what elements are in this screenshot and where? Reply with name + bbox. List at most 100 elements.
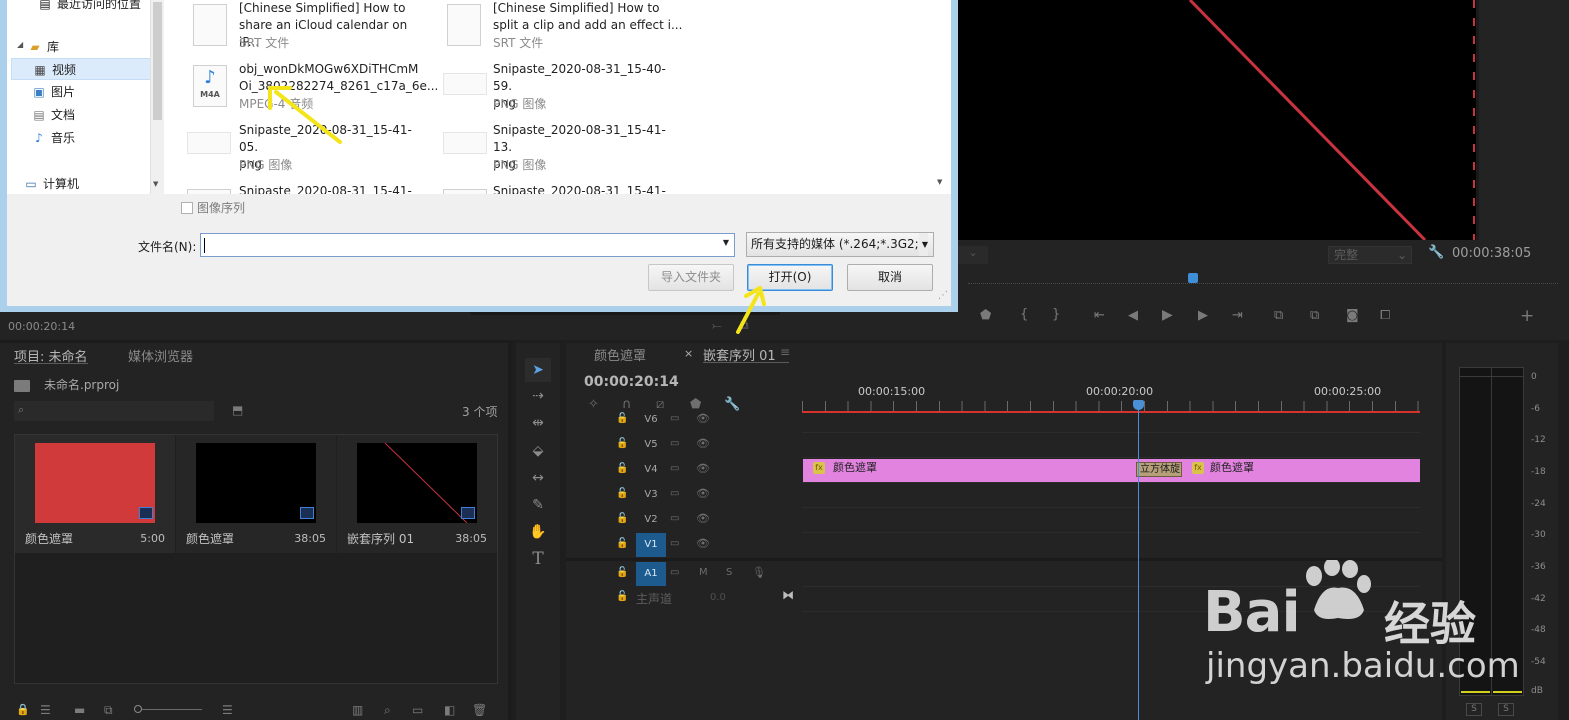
selection-tool-icon[interactable]: ➤ bbox=[525, 358, 551, 382]
eye-icon[interactable]: 👁 bbox=[696, 437, 710, 450]
image-sequence-checkbox[interactable] bbox=[181, 202, 193, 214]
mute-icon[interactable]: M bbox=[699, 567, 708, 578]
file-item[interactable]: Snipaste_2020-08-31_15-41-34. bbox=[421, 183, 671, 194]
expand-icon[interactable]: ⧓ bbox=[782, 588, 794, 602]
playhead-marker[interactable] bbox=[1188, 273, 1198, 283]
cancel-button[interactable]: 取消 bbox=[847, 264, 933, 291]
go-to-in-icon[interactable]: ⇤ bbox=[1094, 308, 1105, 323]
hand-tool-icon[interactable]: ✋ bbox=[525, 520, 551, 544]
eye-icon[interactable]: 👁 bbox=[696, 462, 710, 475]
sync-icon[interactable]: ▭ bbox=[670, 488, 679, 499]
file-item[interactable]: [Chinese Simplified] How to split a clip… bbox=[421, 0, 682, 60]
program-ruler[interactable] bbox=[968, 283, 1558, 284]
microphone-icon[interactable]: 🎙 bbox=[752, 566, 766, 579]
file-type-filter-select[interactable]: 所有支持的媒体 (*.264;*.3G2;* ▼ bbox=[746, 232, 934, 257]
track-header-a1[interactable]: 🔓 A1 ▭ M S 🎙 bbox=[568, 562, 802, 586]
panel-menu-icon[interactable]: ≡ bbox=[780, 345, 790, 359]
slip-tool-icon[interactable]: ↔ bbox=[525, 466, 551, 490]
razor-tool-icon[interactable]: ⬙ bbox=[525, 439, 551, 463]
lock-icon[interactable]: 🔓 bbox=[616, 463, 628, 474]
find-icon[interactable]: ⌕ bbox=[384, 703, 391, 718]
zoom-select[interactable]: ⌄ bbox=[958, 246, 988, 264]
camera-icon[interactable]: ◙ bbox=[1346, 308, 1359, 323]
playhead-line[interactable] bbox=[1138, 408, 1139, 720]
mark-out-icon[interactable]: } bbox=[1052, 307, 1060, 322]
close-tab-icon[interactable]: × bbox=[684, 347, 693, 360]
scroll-down-icon[interactable]: ▼ bbox=[937, 178, 942, 186]
sync-icon[interactable]: ▭ bbox=[670, 413, 679, 424]
track-header-v1[interactable]: 🔓 V1 ▭ 👁 bbox=[568, 533, 802, 557]
tab-color-matte[interactable]: 颜色遮罩 bbox=[594, 345, 646, 364]
eye-icon[interactable]: 👁 bbox=[696, 412, 710, 425]
nav-computer[interactable]: ▭ 计算机 bbox=[23, 173, 143, 195]
solo-icon[interactable]: S bbox=[726, 567, 732, 578]
lock-icon[interactable]: 🔓 bbox=[616, 488, 628, 499]
nav-videos[interactable]: ▦ 视频 bbox=[11, 58, 151, 80]
zoom-slider[interactable] bbox=[134, 709, 202, 710]
timeline-ruler[interactable] bbox=[802, 401, 1420, 411]
nav-documents[interactable]: ▤ 文档 bbox=[31, 104, 151, 126]
dropdown-arrow-icon[interactable]: ▼ bbox=[723, 238, 729, 247]
marker-icon[interactable]: ⬟ bbox=[980, 308, 991, 323]
playhead-handle[interactable] bbox=[1133, 400, 1144, 410]
lock-icon[interactable]: 🔓 bbox=[616, 413, 628, 424]
insert-icon[interactable]: ⤚ bbox=[712, 318, 722, 333]
project-search-input[interactable]: ⌕ bbox=[14, 401, 214, 421]
eye-icon[interactable]: 👁 bbox=[696, 487, 710, 500]
track-header-v3[interactable]: 🔓 V3 ▭ 👁 bbox=[568, 483, 802, 507]
file-item[interactable]: Snipaste_2020-08-31_15-41-13. png PNG 图像 bbox=[421, 122, 671, 182]
track-name[interactable]: V1 bbox=[636, 533, 666, 557]
list-view-icon[interactable]: ☰ bbox=[40, 703, 51, 717]
clip-color-matte[interactable]: fx 颜色遮罩 bbox=[803, 459, 1138, 482]
project-item[interactable]: 嵌套序列 01 38:05 bbox=[337, 435, 497, 553]
lock-icon[interactable]: 🔓 bbox=[616, 513, 628, 524]
sync-icon[interactable]: ▭ bbox=[670, 513, 679, 524]
nav-scrollbar[interactable]: ▼ bbox=[150, 0, 164, 194]
nav-music[interactable]: ♪ 音乐 bbox=[31, 127, 151, 149]
lock-icon[interactable]: 🔓 bbox=[616, 438, 628, 449]
wrench-icon[interactable]: 🔧 bbox=[1428, 245, 1444, 260]
import-folder-button[interactable]: 导入文件夹 bbox=[648, 264, 734, 291]
play-icon[interactable]: ▶ bbox=[1162, 307, 1173, 323]
work-area-bar[interactable] bbox=[802, 411, 1420, 413]
project-item[interactable]: 颜色遮罩 5:00 bbox=[15, 435, 175, 553]
add-button-icon[interactable]: + bbox=[1520, 306, 1534, 326]
zoom-slider-handle[interactable] bbox=[134, 705, 142, 713]
expand-arrow-icon[interactable]: ◢ bbox=[17, 40, 23, 49]
new-bin-icon[interactable]: ▭ bbox=[412, 703, 423, 717]
scrollbar-thumb[interactable] bbox=[153, 2, 162, 120]
pen-tool-icon[interactable]: ✎ bbox=[525, 493, 551, 517]
file-item[interactable]: Snipaste_2020-08-31_15-41-23. bbox=[167, 183, 417, 194]
resize-grip-icon[interactable]: ⋰ bbox=[938, 290, 948, 301]
icon-view-icon[interactable]: ▬ bbox=[74, 703, 85, 717]
freeform-view-icon[interactable]: ⧉ bbox=[104, 703, 113, 718]
track-header-v2[interactable]: 🔓 V2 ▭ 👁 bbox=[568, 508, 802, 532]
lock-icon[interactable]: 🔓 bbox=[616, 591, 628, 602]
ripple-edit-tool-icon[interactable]: ⇹ bbox=[525, 411, 551, 435]
type-tool-icon[interactable]: T bbox=[525, 547, 551, 571]
track-header-v6[interactable]: 🔓 V6 ▭ 👁 bbox=[568, 408, 802, 432]
nav-recent-places[interactable]: ▤ 最近访问的位置 bbox=[37, 0, 157, 15]
track-header-v5[interactable]: 🔓 V5 ▭ 👁 bbox=[568, 433, 802, 457]
lock-icon[interactable]: 🔒 bbox=[16, 703, 30, 716]
track-header-v4[interactable]: 🔓 V4 ▭ 👁 bbox=[568, 458, 802, 482]
extract-icon[interactable]: ⧉ bbox=[1310, 308, 1319, 323]
eye-icon[interactable]: 👁 bbox=[696, 537, 710, 550]
sync-icon[interactable]: ▭ bbox=[670, 438, 679, 449]
mark-in-icon[interactable]: { bbox=[1020, 307, 1028, 322]
step-forward-icon[interactable]: ▶ bbox=[1198, 308, 1208, 323]
nav-libraries[interactable]: ▰ 库 bbox=[27, 36, 147, 58]
quality-select[interactable]: 完整 ⌄ bbox=[1328, 246, 1412, 264]
nav-pictures[interactable]: ▣ 图片 bbox=[31, 81, 151, 103]
transition-cube-spin[interactable]: 立方体旋 bbox=[1136, 462, 1182, 477]
sort-icon[interactable]: ☰ bbox=[222, 703, 233, 717]
solo-left-button[interactable]: S bbox=[1466, 703, 1482, 716]
go-to-out-icon[interactable]: ⇥ bbox=[1232, 308, 1243, 323]
tab-media-browser[interactable]: 媒体浏览器 bbox=[128, 346, 193, 365]
new-item-icon[interactable]: ◧ bbox=[444, 703, 455, 717]
track-name[interactable]: A1 bbox=[636, 562, 666, 586]
lock-icon[interactable]: 🔓 bbox=[616, 538, 628, 549]
project-item[interactable]: 颜色遮罩 38:05 bbox=[176, 435, 336, 553]
trash-icon[interactable]: 🗑 bbox=[472, 703, 487, 717]
scroll-down-icon[interactable]: ▼ bbox=[153, 180, 158, 188]
